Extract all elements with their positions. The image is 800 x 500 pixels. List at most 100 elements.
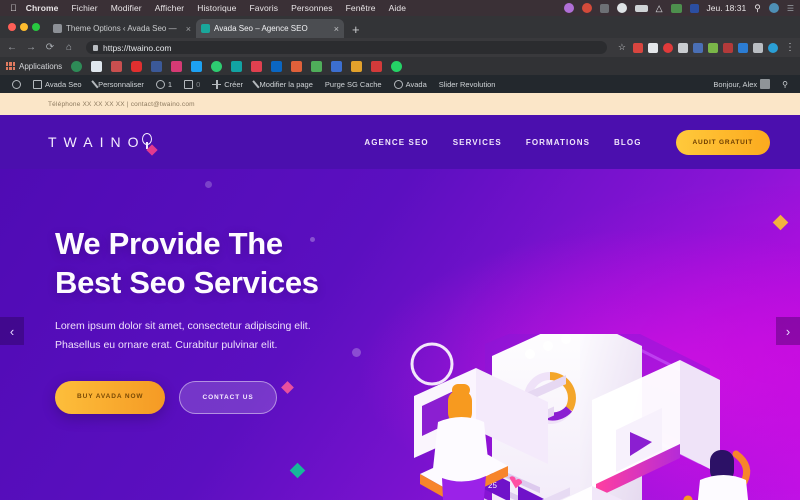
adminbar-item-comments[interactable]: 0	[178, 79, 206, 89]
menu-item-fichier[interactable]: Fichier	[71, 3, 97, 13]
extension-word-icon[interactable]	[738, 42, 748, 53]
minimize-window-button[interactable]	[20, 23, 28, 31]
extension-blue-icon[interactable]	[693, 42, 703, 53]
avada-icon	[393, 79, 403, 89]
close-tab-icon[interactable]: ×	[186, 24, 191, 34]
extension-arrow-icon[interactable]	[753, 42, 763, 53]
adminbar-item-edit-page[interactable]: Modifier la page	[249, 80, 319, 89]
extension-check-icon[interactable]	[708, 42, 718, 53]
hero-illustration: 25 12	[380, 334, 800, 500]
bookmark-applications[interactable]: Applications	[6, 62, 62, 71]
bookmark-chart-icon[interactable]	[351, 60, 363, 72]
battery-icon[interactable]	[634, 4, 648, 12]
close-window-button[interactable]	[8, 23, 16, 31]
nav-item-agence-seo[interactable]: AGENCE SEO	[364, 138, 428, 147]
hero-buttons: BUY AVADA NOW CONTACT US	[55, 381, 385, 415]
buy-avada-now-button[interactable]: BUY AVADA NOW	[55, 381, 166, 415]
kebab-menu-icon[interactable]: ⋮	[785, 42, 795, 53]
nav-item-services[interactable]: SERVICES	[453, 138, 502, 147]
menu-item-modifier[interactable]: Modifier	[111, 3, 142, 13]
menu-item-afficher[interactable]: Afficher	[155, 3, 184, 13]
decor-diamond-gold	[772, 214, 789, 231]
screen:  Chrome Fichier Modifier Afficher Histo…	[0, 0, 800, 500]
adminbar-item-purge-cache[interactable]: Purge SG Cache	[319, 80, 388, 89]
bookmark-whatsapp-icon[interactable]	[391, 60, 403, 72]
decor-diamond-teal	[289, 462, 306, 479]
bookmark-photo-icon[interactable]	[311, 60, 323, 72]
profile-avatar-icon[interactable]	[768, 42, 778, 53]
nav-item-blog[interactable]: BLOG	[614, 138, 642, 147]
menubar-clock[interactable]: Jeu. 18:31	[707, 3, 747, 13]
extension-grid-icon[interactable]	[678, 42, 688, 53]
browser-tab-theme-options[interactable]: Theme Options ‹ Avada Seo — ×	[48, 19, 196, 38]
contact-us-button[interactable]: CONTACT US	[179, 381, 277, 415]
bookmark-teal-icon[interactable]	[231, 60, 243, 72]
adminbar-item-avada[interactable]: Avada	[388, 79, 433, 89]
new-tab-button[interactable]: +	[344, 23, 368, 38]
bookmark-print-icon[interactable]	[111, 60, 123, 72]
bookmark-analytics-icon[interactable]	[71, 60, 83, 72]
bookmark-twitter-icon[interactable]	[191, 60, 203, 72]
back-icon[interactable]: ←	[6, 42, 18, 53]
bookmark-green-icon[interactable]	[211, 60, 223, 72]
bookmark-label: Applications	[19, 61, 63, 71]
bookmark-linkedin-icon[interactable]	[271, 60, 283, 72]
adminbar-item-slider-revolution[interactable]: Slider Revolution	[433, 80, 502, 89]
wifi-icon[interactable]: △	[656, 3, 663, 14]
apple-icon[interactable]: 	[10, 3, 17, 13]
maximize-window-button[interactable]	[32, 23, 40, 31]
close-tab-icon[interactable]: ×	[334, 24, 339, 34]
decor-circle-1	[205, 181, 212, 188]
nav-item-formations[interactable]: FORMATIONS	[526, 138, 590, 147]
menu-item-fenetre[interactable]: Fenêtre	[346, 3, 376, 13]
audit-gratuit-button[interactable]: AUDIT GRATUIT	[675, 129, 770, 155]
cloud-icon[interactable]	[616, 3, 627, 13]
adminbar-greeting[interactable]: Bonjour, Alex	[707, 79, 776, 89]
bookmark-star-icon[interactable]: ☆	[618, 42, 626, 53]
menu-item-personnes[interactable]: Personnes	[291, 3, 333, 13]
bookmark-facebook-icon[interactable]	[151, 60, 163, 72]
siri-icon[interactable]	[563, 3, 574, 13]
address-bar[interactable]: https://twaino.com	[86, 41, 607, 54]
reload-icon[interactable]: ⟳	[44, 42, 56, 53]
list-icon[interactable]: ☰	[787, 4, 794, 13]
extension-record-icon[interactable]	[663, 42, 673, 53]
site-logo[interactable]: TWAINO	[48, 133, 159, 156]
app-status-icon[interactable]	[581, 3, 592, 13]
bookmark-blue-icon[interactable]	[331, 60, 343, 72]
extension-cloud-icon[interactable]	[648, 42, 658, 53]
extension-pocket-icon[interactable]	[633, 42, 643, 53]
menu-item-favoris[interactable]: Favoris	[249, 3, 278, 13]
browser-tab-avada-seo[interactable]: Avada Seo – Agence SEO ×	[196, 19, 344, 38]
forward-icon[interactable]: →	[25, 42, 37, 53]
slider-prev-button[interactable]: ‹	[0, 317, 24, 345]
bookmark-instagram-icon[interactable]	[171, 60, 183, 72]
adminbar-item-site[interactable]: Avada Seo	[27, 79, 88, 89]
adminbar-search-icon[interactable]: ⚲	[776, 80, 794, 89]
control-center-icon[interactable]	[768, 3, 779, 13]
user-avatar	[760, 79, 771, 89]
bookmark-mail-icon[interactable]	[91, 60, 103, 72]
bookmark-pin-icon[interactable]	[251, 60, 263, 72]
bookmark-red-icon[interactable]	[371, 60, 383, 72]
browser-toolbar: ← → ⟳ ⌂ https://twaino.com ☆ ⋮	[0, 38, 800, 57]
bookmark-orange-icon[interactable]	[291, 60, 303, 72]
wordpress-logo-icon[interactable]	[6, 79, 27, 89]
menu-item-aide[interactable]: Aide	[389, 3, 406, 13]
adminbar-item-updates[interactable]: 1	[150, 79, 178, 89]
extension-red-icon[interactable]	[723, 42, 733, 53]
search-icon[interactable]: ⚲	[754, 3, 761, 14]
bookmark-youtube-icon[interactable]	[131, 60, 143, 72]
flag-icon[interactable]	[689, 3, 699, 13]
menu-item-historique[interactable]: Historique	[197, 3, 236, 13]
browser-tabstrip: Theme Options ‹ Avada Seo — × Avada Seo …	[0, 16, 800, 38]
menu-item-chrome[interactable]: Chrome	[26, 3, 59, 13]
comments-icon	[184, 79, 194, 89]
home-icon[interactable]: ⌂	[63, 42, 75, 53]
adminbar-item-new[interactable]: Créer	[206, 79, 249, 89]
adminbar-item-customize[interactable]: Personnaliser	[88, 80, 150, 89]
slider-next-button[interactable]: ›	[776, 317, 800, 345]
input-source-icon[interactable]	[670, 3, 682, 13]
screen-icon[interactable]	[599, 3, 609, 13]
apps-grid-icon	[6, 62, 15, 70]
